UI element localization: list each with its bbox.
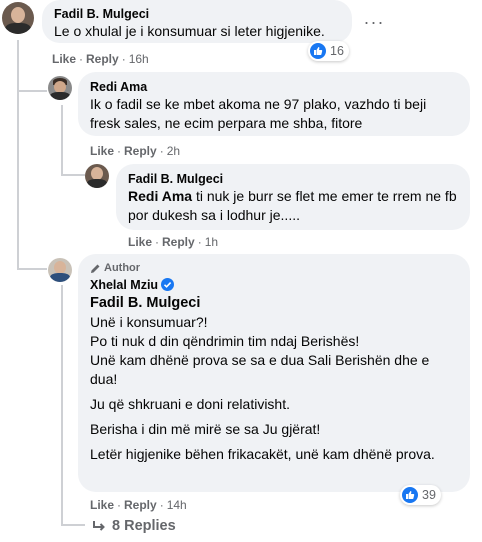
like-button[interactable]: Like [52, 52, 76, 66]
avatar[interactable] [48, 258, 72, 282]
mention-tag[interactable]: Fadil B. Mulgeci [90, 294, 458, 313]
reply-arrow-icon [93, 521, 105, 531]
comment-author-name[interactable]: Xhelal Mziu [90, 278, 158, 292]
like-reaction-icon [310, 43, 326, 59]
comment-actions: Like · Reply · 1h [128, 235, 219, 249]
reaction-count[interactable]: 16 [308, 41, 349, 61]
thread-line-replies [61, 285, 63, 525]
thread-line-main [17, 40, 19, 92]
comment-actions: Like · Reply · 14h [90, 498, 187, 512]
thread-line-branch-3 [61, 174, 85, 176]
comment-paragraph: Po ti nuk d din qëndrimin tim ndaj Beris… [90, 333, 360, 349]
view-replies-link[interactable]: 8 Replies [92, 518, 176, 534]
comment-actions: Like · Reply · 16h [52, 52, 149, 66]
author-badge-label: Author [104, 262, 141, 274]
comment-author[interactable]: Redi Ama [90, 79, 458, 95]
comment-bubble: Fadil B. Mulgeci Redi Ama ti nuk je burr… [116, 164, 470, 230]
comment-author[interactable]: Fadil B. Mulgeci [54, 6, 340, 22]
comment-bubble: Redi Ama Ik o fadil se ke mbet akoma ne … [78, 72, 470, 136]
author-badge: Author [90, 261, 458, 275]
like-reaction-icon [402, 487, 418, 503]
thread-line-branch-4 [17, 268, 47, 270]
reply-button[interactable]: Reply [162, 235, 195, 249]
mention-tag[interactable]: Redi Ama [128, 188, 192, 204]
reply-button[interactable]: Reply [86, 52, 119, 66]
comment-actions: Like · Reply · 2h [90, 144, 181, 158]
comment-paragraph: Berisha i din më mirë se sa Ju gjërat! [90, 421, 321, 437]
reaction-count-value: 39 [422, 488, 436, 502]
thread-line-sub [61, 105, 63, 175]
reply-button[interactable]: Reply [124, 498, 157, 512]
comment-bubble: Fadil B. Mulgeci Le o xhulal je i konsum… [42, 0, 352, 43]
like-button[interactable]: Like [90, 144, 114, 158]
avatar[interactable] [48, 76, 72, 100]
comment-paragraph: Unë kam dhënë prova se sa e dua Sali Ber… [90, 352, 430, 387]
thread-line-main-2 [17, 92, 19, 270]
avatar[interactable] [2, 2, 34, 34]
like-button[interactable]: Like [128, 235, 152, 249]
verified-badge-icon [161, 278, 175, 291]
more-options-icon[interactable]: ··· [360, 8, 388, 36]
like-button[interactable]: Like [90, 498, 114, 512]
timestamp[interactable]: 14h [167, 498, 187, 512]
avatar[interactable] [85, 164, 109, 188]
timestamp[interactable]: 2h [167, 144, 180, 158]
comment-paragraph: Letër higjenike bëhen frikacakët, unë ka… [90, 446, 435, 462]
thread-line-branch-1 [17, 90, 47, 92]
comment-author[interactable]: Xhelal Mziu [90, 277, 458, 293]
view-replies-label[interactable]: 8 Replies [112, 518, 176, 534]
pen-icon [91, 264, 100, 273]
thread-line-replies-branch [61, 524, 85, 526]
timestamp[interactable]: 1h [205, 235, 218, 249]
reaction-count[interactable]: 39 [400, 485, 441, 505]
comment-paragraph: Unë i konsumuar?! [90, 314, 208, 330]
comment-paragraph: Ju që shkruani e doni relativisht. [90, 396, 290, 412]
timestamp[interactable]: 16h [129, 52, 149, 66]
reaction-count-value: 16 [330, 44, 344, 58]
comment-text: Redi Ama ti nuk je burr se flet me emer … [128, 187, 458, 225]
comment-text: Le o xhulal je i konsumuar si leter higj… [54, 23, 325, 39]
reply-button[interactable]: Reply [124, 144, 157, 158]
comment-bubble: Author Xhelal Mziu Fadil B. Mulgeci Unë … [78, 254, 470, 492]
comment-text: Ik o fadil se ke mbet akoma ne 97 plako,… [90, 96, 427, 131]
comment-author[interactable]: Fadil B. Mulgeci [128, 171, 458, 187]
